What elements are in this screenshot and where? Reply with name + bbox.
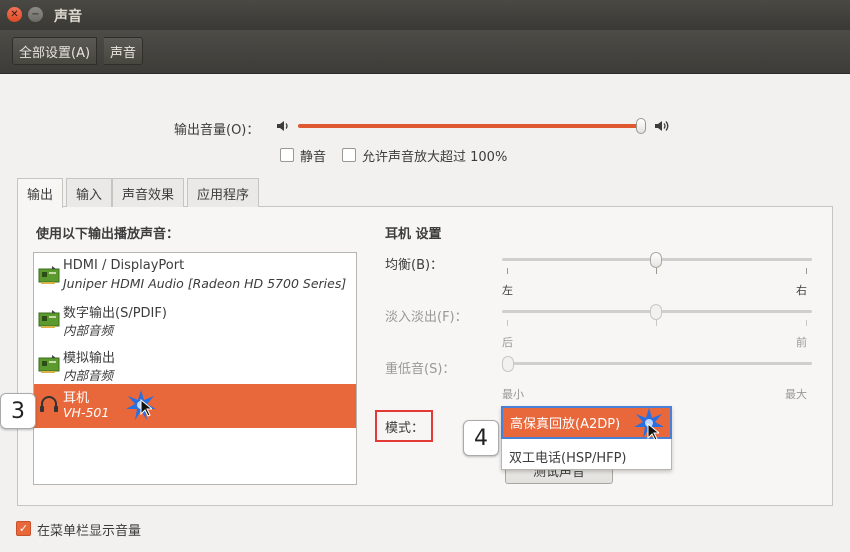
speaker-low-icon (277, 121, 288, 131)
tick-mark (806, 268, 807, 274)
output-volume-fill (298, 124, 638, 128)
sound-card-icon (38, 310, 60, 328)
mouse-cursor-icon (647, 423, 659, 441)
subwoofer-slider-track (502, 362, 812, 365)
balance-right-label: 右 (796, 284, 807, 297)
fade-rear-label: 后 (502, 336, 513, 349)
device-settings-heading: 耳机 设置 (385, 227, 442, 242)
amplify-label: 允许声音放大超过 100% (362, 150, 508, 165)
fade-label: 淡入淡出(F)： (385, 310, 468, 325)
show-in-menubar-checkbox[interactable]: ✓ (16, 521, 31, 536)
device-analog[interactable]: 模拟输出 内部音频 (34, 344, 356, 388)
mouse-cursor-icon (140, 399, 152, 417)
tab-applications[interactable]: 应用程序 (187, 178, 260, 207)
title-bar (0, 0, 850, 30)
headphones-icon (40, 396, 58, 412)
tab-input[interactable]: 输入 (66, 178, 113, 207)
output-volume-label: 输出音量(O)： (174, 123, 260, 138)
output-device-heading: 使用以下输出播放声音： (36, 227, 180, 242)
fade-front-label: 前 (796, 336, 807, 349)
subwoofer-min-label: 最小 (502, 388, 524, 401)
tick-mark (507, 320, 508, 326)
mode-option-hsp-hfp[interactable]: 双工电话(HSP/HFP) (501, 443, 672, 470)
device-spdif[interactable]: 数字输出(S/PDIF) 内部音频 (34, 299, 356, 343)
step-badge-4: 4 (463, 420, 499, 456)
window-title: 声音 (54, 9, 82, 25)
tab-sound-effects[interactable]: 声音效果 (112, 178, 185, 207)
device-name: 数字输出(S/PDIF) (63, 306, 167, 321)
device-hdmi[interactable]: HDMI / DisplayPort Juniper HDMI Audio [R… (34, 255, 356, 299)
mode-label: 模式： (375, 410, 433, 442)
balance-label: 均衡(B)： (385, 258, 444, 273)
tab-output[interactable]: 输出 (17, 178, 64, 208)
device-description: Juniper HDMI Audio [Radeon HD 5700 Serie… (63, 276, 347, 291)
speaker-high-icon (655, 121, 669, 131)
device-name: 模拟输出 (63, 351, 116, 366)
close-icon: ✕ (10, 8, 19, 20)
tick-mark (656, 268, 657, 274)
device-headphones[interactable]: 耳机 VH-501 (34, 384, 356, 428)
device-description: 内部音频 (63, 323, 114, 338)
show-in-menubar-label: 在菜单栏显示音量 (37, 524, 142, 539)
fade-slider-handle (650, 304, 662, 320)
balance-left-label: 左 (502, 284, 513, 297)
minimize-icon: − (31, 8, 40, 20)
checkmark-icon: ✓ (18, 522, 29, 535)
tick-mark (806, 320, 807, 326)
minimize-window-button[interactable]: − (28, 7, 43, 22)
mute-checkbox[interactable] (280, 148, 294, 162)
close-window-button[interactable]: ✕ (7, 7, 22, 22)
subwoofer-max-label: 最大 (785, 388, 807, 401)
balance-slider-handle[interactable] (650, 252, 662, 268)
step-badge-3: 3 (0, 393, 36, 429)
device-name: 耳机 (63, 391, 90, 406)
subwoofer-label: 重低音(S)： (385, 362, 456, 377)
sound-card-icon (38, 355, 60, 373)
device-description: 内部音频 (63, 368, 114, 383)
sound-breadcrumb[interactable]: 声音 (104, 37, 144, 65)
subwoofer-slider-handle (502, 356, 514, 372)
device-description: VH-501 (63, 405, 110, 420)
amplify-checkbox[interactable] (342, 148, 356, 162)
mute-label: 静音 (300, 150, 327, 165)
sound-card-icon (38, 266, 60, 284)
output-volume-handle[interactable] (636, 118, 646, 134)
device-name: HDMI / DisplayPort (63, 258, 185, 273)
tick-mark (656, 320, 657, 326)
tick-mark (507, 268, 508, 274)
output-device-list: HDMI / DisplayPort Juniper HDMI Audio [R… (33, 252, 357, 485)
all-settings-button[interactable]: 全部设置(A) (12, 37, 98, 65)
